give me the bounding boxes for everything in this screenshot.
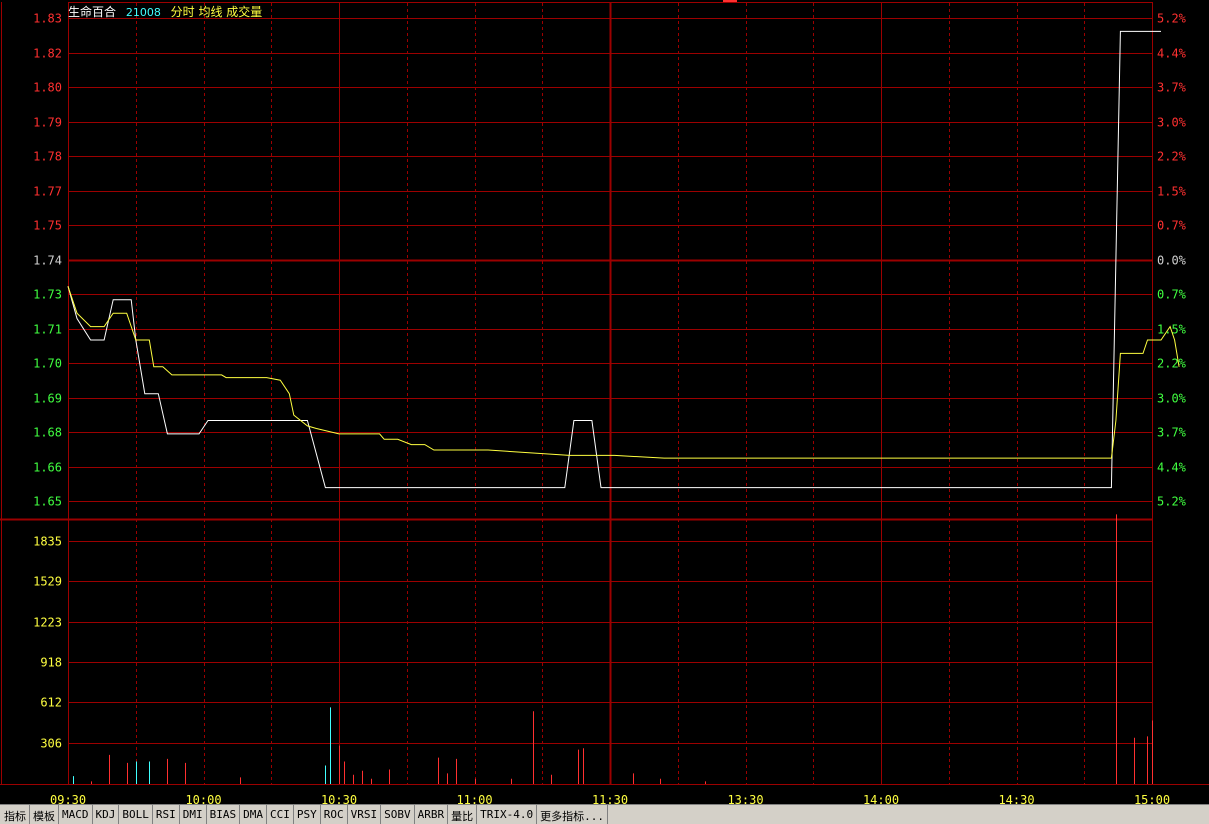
price-tick-label: 1.65 — [33, 495, 62, 509]
tab-cci[interactable]: CCI — [267, 805, 294, 824]
percent-tick-label: 2.2% — [1157, 357, 1187, 371]
tab-rsi[interactable]: RSI — [152, 805, 180, 824]
price-tick-label: 1.66 — [33, 461, 62, 475]
stock-name: 生命百合 — [68, 5, 117, 19]
chart-header: 生命百合 21008 分时 均线 成交量 — [68, 3, 268, 20]
tab-arbr[interactable]: ARBR — [414, 805, 449, 824]
chart-canvas[interactable]: 1.83 5.2% 1.82 4.4% 1.80 3.7% 1.79 3.0% 1.78 2.2%… — [0, 0, 1209, 804]
price-tick-label: 1.75 — [33, 219, 62, 233]
price-tick-label: 1.71 — [33, 323, 62, 337]
price-tick-label: 1.74 — [33, 254, 62, 268]
time-tick-label: 11:30 — [592, 793, 628, 804]
tab-dmi[interactable]: DMI — [179, 805, 207, 824]
price-tick-label: 1.80 — [33, 81, 62, 95]
tab-template[interactable]: 模板 — [30, 805, 59, 824]
volume-tick-label: 306 — [40, 737, 62, 751]
percent-tick-label: 4.4% — [1157, 47, 1187, 61]
tab-sobv[interactable]: SOBV — [381, 805, 415, 824]
percent-tick-label: 0.7% — [1157, 219, 1187, 233]
price-tick-label: 1.77 — [33, 185, 62, 199]
percent-tick-label: 1.5% — [1157, 323, 1187, 337]
indicator-tab-bar: 指标 模板 MACD KDJ BOLL RSI DMI BIAS DMA CCI… — [0, 804, 1209, 824]
tab-bias[interactable]: BIAS — [206, 805, 241, 824]
price-tick-label: 1.82 — [33, 47, 62, 61]
tab-trix[interactable]: TRIX-4.0 — [477, 805, 538, 824]
volume-tick-label: 918 — [40, 656, 62, 670]
price-tick-label: 1.78 — [33, 150, 62, 164]
time-tick-label: 14:00 — [863, 793, 899, 804]
tab-vrsi[interactable]: VRSI — [347, 805, 382, 824]
time-tick-label: 10:30 — [321, 793, 357, 804]
percent-tick-label: 3.7% — [1157, 81, 1187, 95]
volume-tick-label: 1223 — [33, 616, 62, 630]
tab-macd[interactable]: MACD — [59, 805, 93, 824]
percent-tick-label: 0.0% — [1157, 254, 1187, 268]
tab-more-indicators[interactable]: 更多指标... — [537, 805, 608, 824]
intraday-chart-window: 1.83 5.2% 1.82 4.4% 1.80 3.7% 1.79 3.0% 1.78 2.2%… — [0, 0, 1209, 824]
price-tick-label: 1.70 — [33, 357, 62, 371]
price-tick-label: 1.68 — [33, 426, 62, 440]
time-tick-label: 09:30 — [50, 793, 86, 804]
percent-tick-label: 2.2% — [1157, 150, 1187, 164]
time-tick-label: 10:00 — [185, 793, 221, 804]
percent-tick-label: 3.7% — [1157, 426, 1187, 440]
tab-boll[interactable]: BOLL — [119, 805, 153, 824]
tab-volume-ratio[interactable]: 量比 — [448, 805, 478, 824]
volume-tick-label: 612 — [40, 696, 62, 710]
stock-code: 21008 — [125, 6, 161, 19]
percent-tick-label: 0.7% — [1157, 288, 1187, 302]
percent-tick-label: 3.0% — [1157, 392, 1187, 406]
percent-tick-label: 4.4% — [1157, 461, 1187, 475]
volume-tick-label: 1835 — [33, 535, 62, 549]
top-marker — [723, 0, 737, 2]
tab-indicators[interactable]: 指标 — [0, 805, 30, 824]
tab-psy[interactable]: PSY — [293, 805, 321, 824]
volume-tick-label: 1529 — [33, 575, 62, 589]
tab-dma[interactable]: DMA — [240, 805, 267, 824]
time-tick-label: 14:30 — [998, 793, 1034, 804]
time-tick-label: 11:00 — [456, 793, 492, 804]
price-tick-label: 1.83 — [33, 12, 62, 26]
price-tick-label: 1.73 — [33, 288, 62, 302]
percent-tick-label: 5.2% — [1157, 12, 1187, 26]
percent-tick-label: 5.2% — [1157, 495, 1187, 509]
percent-tick-label: 3.0% — [1157, 116, 1187, 130]
price-tick-label: 1.79 — [33, 116, 62, 130]
tab-roc[interactable]: ROC — [320, 805, 348, 824]
indicator-legend: 分时 均线 成交量 — [170, 5, 263, 19]
percent-tick-label: 1.5% — [1157, 185, 1187, 199]
time-tick-label: 15:00 — [1134, 793, 1170, 804]
tab-kdj[interactable]: KDJ — [92, 805, 120, 824]
time-tick-label: 13:30 — [727, 793, 763, 804]
price-tick-label: 1.69 — [33, 392, 62, 406]
